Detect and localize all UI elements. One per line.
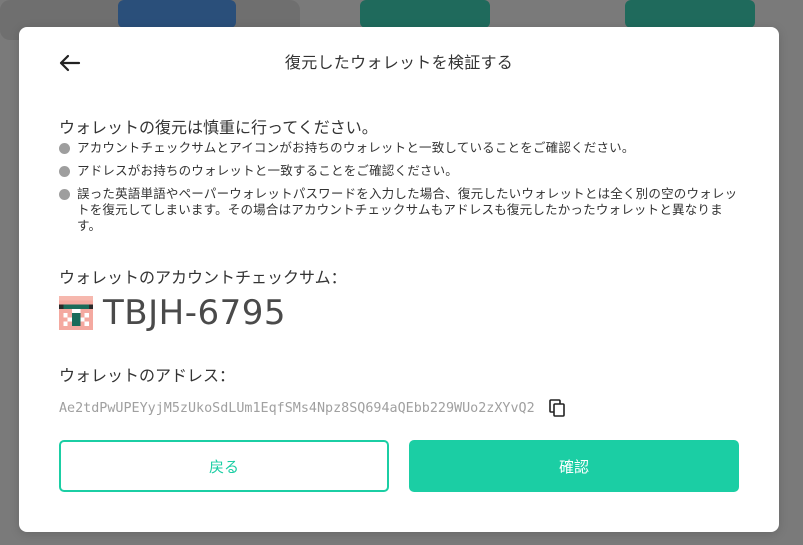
bullet-dot	[59, 189, 70, 200]
verify-restored-wallet-dialog: 復元したウォレットを検証する ウォレットの復元は慎重に行ってください。 アカウン…	[19, 27, 779, 532]
bullet-dot	[59, 143, 70, 154]
background-wallet-card	[625, 0, 755, 28]
warning-heading: ウォレットの復元は慎重に行ってください。	[59, 118, 378, 137]
wallet-address: Ae2tdPwUPEYyjM5zUkoSdLUm1EqfSMs4Npz8SQ69…	[59, 400, 535, 416]
confirm-button[interactable]: 確認	[409, 440, 739, 492]
checksum-label: ウォレットのアカウントチェックサム：	[59, 268, 347, 287]
warning-text: アドレスがお持ちのウォレットと一致することをご確認ください。	[77, 163, 459, 178]
warning-item: アドレスがお持ちのウォレットと一致することをご確認ください。	[59, 163, 739, 179]
warning-list: アカウントチェックサムとアイコンがお持ちのウォレットと一致していることをご確認く…	[59, 140, 739, 241]
back-button[interactable]: 戻る	[59, 440, 389, 492]
wallet-identicon	[59, 296, 93, 330]
copy-icon[interactable]	[548, 399, 565, 417]
dialog-title: 復元したウォレットを検証する	[284, 53, 514, 72]
warning-text: アカウントチェックサムとアイコンがお持ちのウォレットと一致していることをご確認く…	[77, 140, 635, 155]
checksum-value: TBJH-6795	[103, 293, 286, 333]
address-row: Ae2tdPwUPEYyjM5zUkoSdLUm1EqfSMs4Npz8SQ69…	[59, 399, 565, 417]
warning-item: 誤った英語単語やペーパーウォレットパスワードを入力した場合、復元したいウォレット…	[59, 186, 739, 234]
bullet-dot	[59, 166, 70, 177]
warning-text: 誤った英語単語やペーパーウォレットパスワードを入力した場合、復元したいウォレット…	[77, 186, 738, 233]
checksum-row: TBJH-6795	[59, 293, 286, 333]
background-wallet-card	[360, 0, 490, 28]
warning-item: アカウントチェックサムとアイコンがお持ちのウォレットと一致していることをご確認く…	[59, 140, 739, 156]
background-wallet-card	[118, 0, 236, 28]
address-label: ウォレットのアドレス：	[59, 366, 236, 385]
